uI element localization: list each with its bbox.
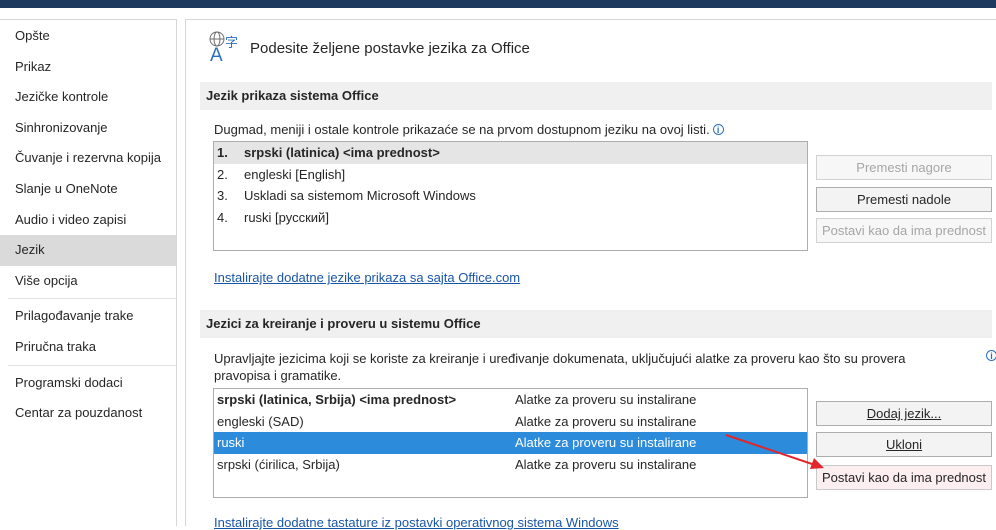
list-item-label: ruski	[217, 435, 245, 450]
list-item-label: srpski (ćirilica, Srbija)	[217, 456, 340, 472]
language-options-panel: A 字 Podesite željene postavke jezika za …	[185, 19, 996, 530]
sidebar-item-customize-ribbon[interactable]: Prilagođavanje trake	[0, 301, 176, 332]
display-language-list[interactable]: 1. srpski (latinica) <ima prednost> 2. eng…	[213, 141, 808, 251]
list-item-number: 1.	[217, 145, 228, 160]
list-item[interactable]: 3. Uskladi sa sistemom Microsoft Windows	[214, 185, 807, 207]
sidebar-item-proofing[interactable]: Jezičke kontrole	[0, 82, 176, 113]
language-icon: A 字	[206, 30, 244, 67]
set-authoring-preferred-button[interactable]: Postavi kao da ima prednost	[816, 465, 992, 490]
display-language-section-title: Jezik prikaza sistema Office	[200, 82, 992, 110]
sidebar-item-general[interactable]: Opšte	[0, 21, 176, 52]
authoring-description-line: pravopisa i gramatike.	[214, 368, 342, 383]
install-display-languages-link[interactable]: Instalirajte dodatne jezike prikaza sa s…	[214, 270, 520, 285]
list-item-number: 3.	[217, 188, 228, 203]
add-language-label: Dodaj jezik...	[866, 406, 942, 421]
page-title: Podesite željene postavke jezika za Offi…	[250, 39, 530, 57]
authoring-language-section-title: Jezici za kreiranje i proveru u sistemu …	[200, 310, 992, 338]
list-item-status: Alatke za proveru su instalirane	[515, 392, 697, 407]
list-item[interactable]: 2. engleski [English]	[214, 164, 807, 186]
sidebar-item-display[interactable]: Prikaz	[0, 52, 176, 83]
add-language-button[interactable]: Dodaj jezik...	[816, 401, 992, 426]
sidebar-item-advanced[interactable]: Više opcija	[0, 266, 176, 297]
set-display-preferred-button[interactable]: Postavi kao da ima prednost	[816, 218, 992, 243]
list-item-number: 4.	[217, 209, 228, 225]
info-icon[interactable]: i	[986, 350, 996, 361]
list-item-number: 2.	[217, 166, 228, 182]
display-language-description-text: Dugmad, meniji i ostale kontrole prikaza…	[214, 122, 710, 137]
sidebar-item-send-to-onenote[interactable]: Slanje u OneNote	[0, 174, 176, 205]
install-keyboards-link[interactable]: Instalirajte dodatne tastature iz postav…	[214, 515, 619, 530]
list-item-status: Alatke za proveru su instalirane	[515, 456, 697, 472]
sidebar-item-language[interactable]: Jezik	[0, 235, 176, 266]
authoring-language-description: Upravljajte jezicima koji se koriste za …	[214, 350, 934, 384]
move-down-button[interactable]: Premesti nadole	[816, 187, 992, 212]
list-item-label: Uskladi sa sistemom Microsoft Windows	[244, 188, 476, 203]
annotation-arrow	[725, 434, 824, 469]
list-item[interactable]: 1. srpski (latinica) <ima prednost>	[214, 142, 807, 164]
move-up-button[interactable]: Premesti nagore	[816, 155, 992, 180]
info-icon[interactable]: i	[712, 124, 724, 135]
list-item-label: ruski [русский]	[244, 209, 329, 225]
sidebar-item-sync[interactable]: Sinhronizovanje	[0, 113, 176, 144]
options-sidebar: Opšte Prikaz Jezičke kontrole Sinhronizo…	[0, 19, 177, 526]
authoring-description-line: Upravljajte jezicima koji se koriste za …	[214, 351, 906, 366]
list-item-label: engleski (SAD)	[217, 413, 304, 429]
sidebar-divider	[8, 298, 176, 300]
sidebar-item-quick-access-toolbar[interactable]: Priručna traka	[0, 332, 176, 363]
remove-language-label: Ukloni	[885, 437, 923, 452]
svg-text:字: 字	[225, 36, 238, 51]
title-bar	[0, 0, 996, 8]
sidebar-item-add-ins[interactable]: Programski dodaci	[0, 368, 176, 399]
list-item-status: Alatke za proveru su instalirane	[515, 435, 697, 450]
list-item-label: srpski (latinica, Srbija) <ima prednost>	[217, 392, 457, 407]
remove-language-button[interactable]: Ukloni	[816, 432, 992, 457]
page-header: A 字 Podesite željene postavke jezika za …	[206, 30, 530, 67]
sidebar-item-audio-video[interactable]: Audio i video zapisi	[0, 205, 176, 236]
sidebar-divider	[8, 364, 176, 366]
display-language-description: Dugmad, meniji i ostale kontrole prikaza…	[214, 122, 724, 137]
sidebar-item-trust-center[interactable]: Centar za pouzdanost	[0, 398, 176, 429]
list-item[interactable]: 4. ruski [русский]	[214, 207, 807, 229]
svg-text:A: A	[210, 45, 223, 64]
list-item-status: Alatke za proveru su instalirane	[515, 413, 697, 429]
list-item-label: engleski [English]	[244, 166, 346, 182]
list-item-label: srpski (latinica) <ima prednost>	[244, 145, 440, 160]
list-item[interactable]: srpski (latinica, Srbija) <ima prednost>…	[214, 389, 807, 411]
sidebar-item-save-backup[interactable]: Čuvanje i rezervna kopija	[0, 143, 176, 174]
